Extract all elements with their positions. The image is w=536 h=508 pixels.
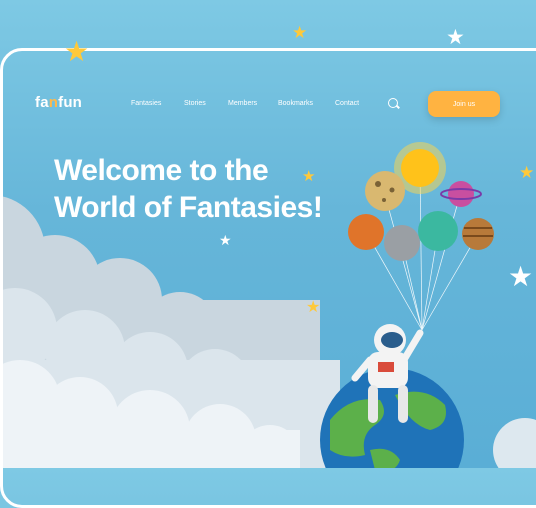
- nav-item-bookmarks[interactable]: Bookmarks: [278, 100, 313, 107]
- hero-line: Welcome to the: [54, 154, 269, 187]
- star-icon: ★: [219, 232, 232, 248]
- star-icon: ★: [292, 23, 308, 42]
- hero-headline: Welcome to the World of Fantasies!: [54, 152, 354, 226]
- nav-item-fantasies[interactable]: Fantasies: [131, 100, 161, 107]
- star-icon: ★: [446, 26, 465, 49]
- search-icon[interactable]: [388, 98, 398, 108]
- star-icon: ★: [519, 163, 535, 182]
- star-icon: ★: [508, 261, 534, 292]
- hero-line: World of Fantasies!: [54, 191, 323, 224]
- brand-logo-accent: n: [48, 94, 59, 111]
- join-us-button[interactable]: Join us: [428, 91, 500, 117]
- star-icon: ★: [64, 36, 90, 67]
- brand-logo-part: fun: [58, 94, 83, 111]
- nav-item-contact[interactable]: Contact: [335, 100, 359, 107]
- top-navbar: fanfun Fantasies Stories Members Bookmar…: [0, 88, 536, 122]
- nav-item-stories[interactable]: Stories: [184, 100, 206, 107]
- nav-item-members[interactable]: Members: [228, 100, 257, 107]
- brand-logo-part: fa: [35, 94, 49, 111]
- star-icon: ★: [306, 299, 321, 316]
- brand-logo[interactable]: fanfun: [35, 94, 82, 111]
